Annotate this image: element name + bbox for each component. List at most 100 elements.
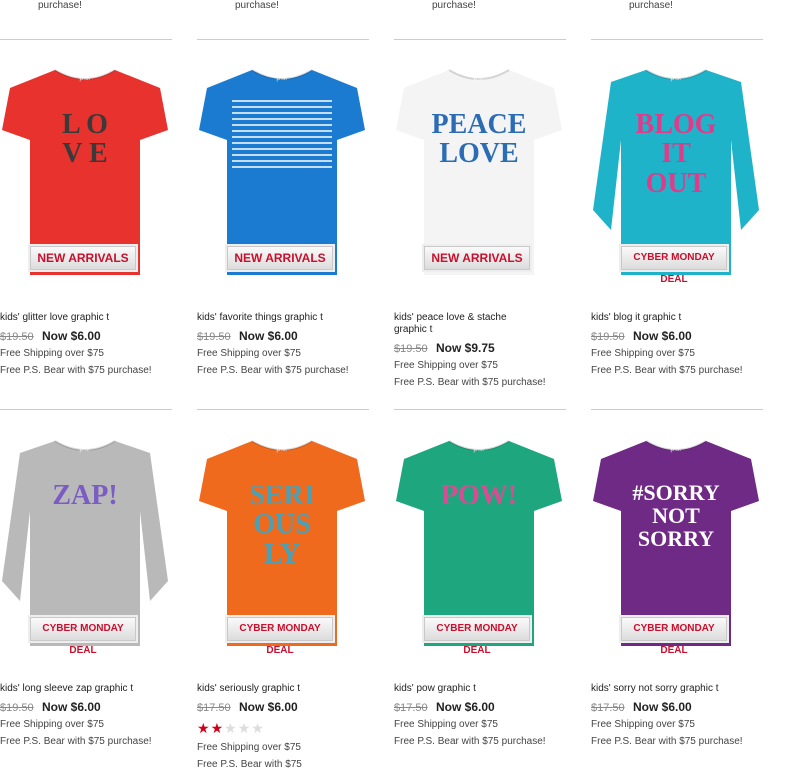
price: $17.50 Now $6.00	[197, 700, 377, 714]
product-image[interactable]: p.s. POW! CYBER MONDAY DEAL	[394, 431, 564, 661]
product-image[interactable]: p.s. SERI OUS LY CYBER MONDAY DEAL	[197, 431, 367, 661]
promo-badge: CYBER MONDAY DEAL	[424, 617, 530, 656]
svg-text:p.s.: p.s.	[670, 75, 681, 82]
price: $17.50 Now $6.00	[394, 700, 574, 714]
price: $19.50 Now $9.75	[394, 341, 574, 355]
product-image[interactable]: p.s. PEACE LOVE NEW ARRIVALS	[394, 60, 564, 290]
sale-price: Now $6.00	[239, 700, 298, 714]
divider	[197, 409, 369, 410]
shipping-info: Free Shipping over $75	[0, 719, 104, 730]
original-price: $19.50	[197, 331, 231, 343]
shipping-info: Free Shipping over $75	[591, 719, 695, 730]
divider	[0, 409, 172, 410]
bear-promo: Free P.S. Bear with $75 purchase!	[197, 365, 349, 376]
prev-row-fragment: purchase!	[235, 0, 279, 11]
shirt-graphic: SERI OUS LY	[249, 480, 315, 570]
sale-price: Now $6.00	[239, 329, 298, 343]
sale-price: Now $6.00	[42, 700, 101, 714]
promo-badge: CYBER MONDAY DEAL	[621, 617, 727, 656]
divider	[591, 39, 763, 40]
divider	[0, 39, 172, 40]
shipping-info: Free Shipping over $75	[197, 348, 301, 359]
product-title[interactable]: kids' glitter love graphic t	[0, 312, 135, 324]
price: $17.50 Now $6.00	[591, 700, 771, 714]
prev-row-fragment: purchase!	[629, 0, 673, 11]
bear-promo: Free P.S. Bear with $75 purchase!	[591, 736, 743, 747]
bear-promo: Free P.S. Bear with $75 purchase!	[394, 736, 546, 747]
original-price: $19.50	[394, 343, 428, 355]
sale-price: Now $6.00	[633, 329, 692, 343]
price: $19.50 Now $6.00	[0, 329, 180, 343]
divider	[197, 39, 369, 40]
product-image[interactable]: p.s. NEW ARRIVALS	[197, 60, 367, 290]
svg-text:p.s.: p.s.	[79, 75, 90, 82]
star-empty-icon: ★	[224, 720, 238, 736]
original-price: $19.50	[591, 331, 625, 343]
shipping-info: Free Shipping over $75	[591, 348, 695, 359]
product-image[interactable]: p.s. ZAP! CYBER MONDAY DEAL	[0, 431, 170, 661]
product-card[interactable]: p.s. NEW ARRIVALS kids' favorite things …	[197, 60, 377, 377]
promo-badge: CYBER MONDAY DEAL	[30, 617, 136, 656]
original-price: $17.50	[394, 702, 428, 714]
promo-badge: CYBER MONDAY DEAL	[227, 617, 333, 656]
promo-badge: NEW ARRIVALS	[424, 246, 530, 270]
price: $19.50 Now $6.00	[0, 700, 180, 714]
product-image[interactable]: p.s. #SORRY NOT SORRY CYBER MONDAY DEAL	[591, 431, 761, 661]
star-empty-icon: ★	[237, 720, 252, 736]
svg-text:p.s.: p.s.	[473, 446, 484, 453]
star-filled-icon: ★	[197, 720, 211, 736]
product-title[interactable]: kids' seriously graphic t	[197, 683, 332, 695]
promo-badge: NEW ARRIVALS	[30, 246, 136, 270]
star-rating: ★★★★★	[197, 720, 377, 737]
product-card[interactable]: p.s. PEACE LOVE NEW ARRIVALS kids' peace…	[394, 60, 574, 389]
product-title[interactable]: kids' pow graphic t	[394, 683, 529, 695]
original-price: $19.50	[0, 702, 34, 714]
bear-promo: Free P.S. Bear with $75 purchase!	[0, 736, 152, 747]
product-image[interactable]: p.s. L O V E NEW ARRIVALS	[0, 60, 170, 290]
product-card[interactable]: p.s. #SORRY NOT SORRY CYBER MONDAY DEAL …	[591, 431, 771, 748]
promo-badge: NEW ARRIVALS	[227, 246, 333, 270]
divider	[591, 409, 763, 410]
product-card[interactable]: p.s. L O V E NEW ARRIVALS kids' glitter …	[0, 60, 180, 377]
product-title[interactable]: kids' sorry not sorry graphic t	[591, 683, 726, 695]
prev-row-fragment: purchase!	[38, 0, 82, 11]
star-empty-icon: ★	[251, 720, 265, 736]
shirt-graphic	[232, 100, 332, 170]
shirt-graphic: ZAP!	[52, 480, 118, 511]
product-card[interactable]: p.s. SERI OUS LY CYBER MONDAY DEAL kids'…	[197, 431, 377, 771]
svg-text:p.s.: p.s.	[276, 446, 287, 453]
product-card[interactable]: p.s. BLOG IT OUT CYBER MONDAY DEAL kids'…	[591, 60, 771, 377]
sale-price: Now $6.00	[436, 700, 495, 714]
svg-text:p.s.: p.s.	[670, 446, 681, 453]
product-title[interactable]: kids' favorite things graphic t	[197, 312, 332, 324]
original-price: $19.50	[0, 331, 34, 343]
shirt-graphic: #SORRY NOT SORRY	[632, 480, 720, 552]
product-card[interactable]: p.s. ZAP! CYBER MONDAY DEAL kids' long s…	[0, 431, 180, 748]
bear-promo: Free P.S. Bear with $75	[197, 759, 302, 770]
product-image[interactable]: p.s. BLOG IT OUT CYBER MONDAY DEAL	[591, 60, 761, 290]
star-filled-icon: ★	[210, 720, 225, 736]
shipping-info: Free Shipping over $75	[197, 742, 301, 753]
product-card[interactable]: p.s. POW! CYBER MONDAY DEAL kids' pow gr…	[394, 431, 574, 748]
promo-badge: CYBER MONDAY DEAL	[621, 246, 727, 285]
prev-row-fragment: purchase!	[432, 0, 476, 11]
svg-text:p.s.: p.s.	[79, 446, 90, 453]
shirt-graphic: PEACE LOVE	[431, 109, 527, 170]
shirt-graphic: BLOG IT OUT	[635, 109, 717, 199]
product-title[interactable]: kids' peace love & stache graphic t	[394, 312, 529, 336]
shirt-graphic: POW!	[440, 480, 518, 511]
price: $19.50 Now $6.00	[591, 329, 771, 343]
shipping-info: Free Shipping over $75	[0, 348, 104, 359]
shipping-info: Free Shipping over $75	[394, 719, 498, 730]
product-title[interactable]: kids' blog it graphic t	[591, 312, 726, 324]
sale-price: Now $6.00	[633, 700, 692, 714]
shirt-graphic: L O V E	[62, 109, 108, 170]
divider	[394, 39, 566, 40]
product-title[interactable]: kids' long sleeve zap graphic t	[0, 683, 135, 695]
bear-promo: Free P.S. Bear with $75 purchase!	[394, 377, 546, 388]
sale-price: Now $6.00	[42, 329, 101, 343]
svg-text:p.s.: p.s.	[276, 75, 287, 82]
divider	[394, 409, 566, 410]
shipping-info: Free Shipping over $75	[394, 360, 498, 371]
original-price: $17.50	[591, 702, 625, 714]
